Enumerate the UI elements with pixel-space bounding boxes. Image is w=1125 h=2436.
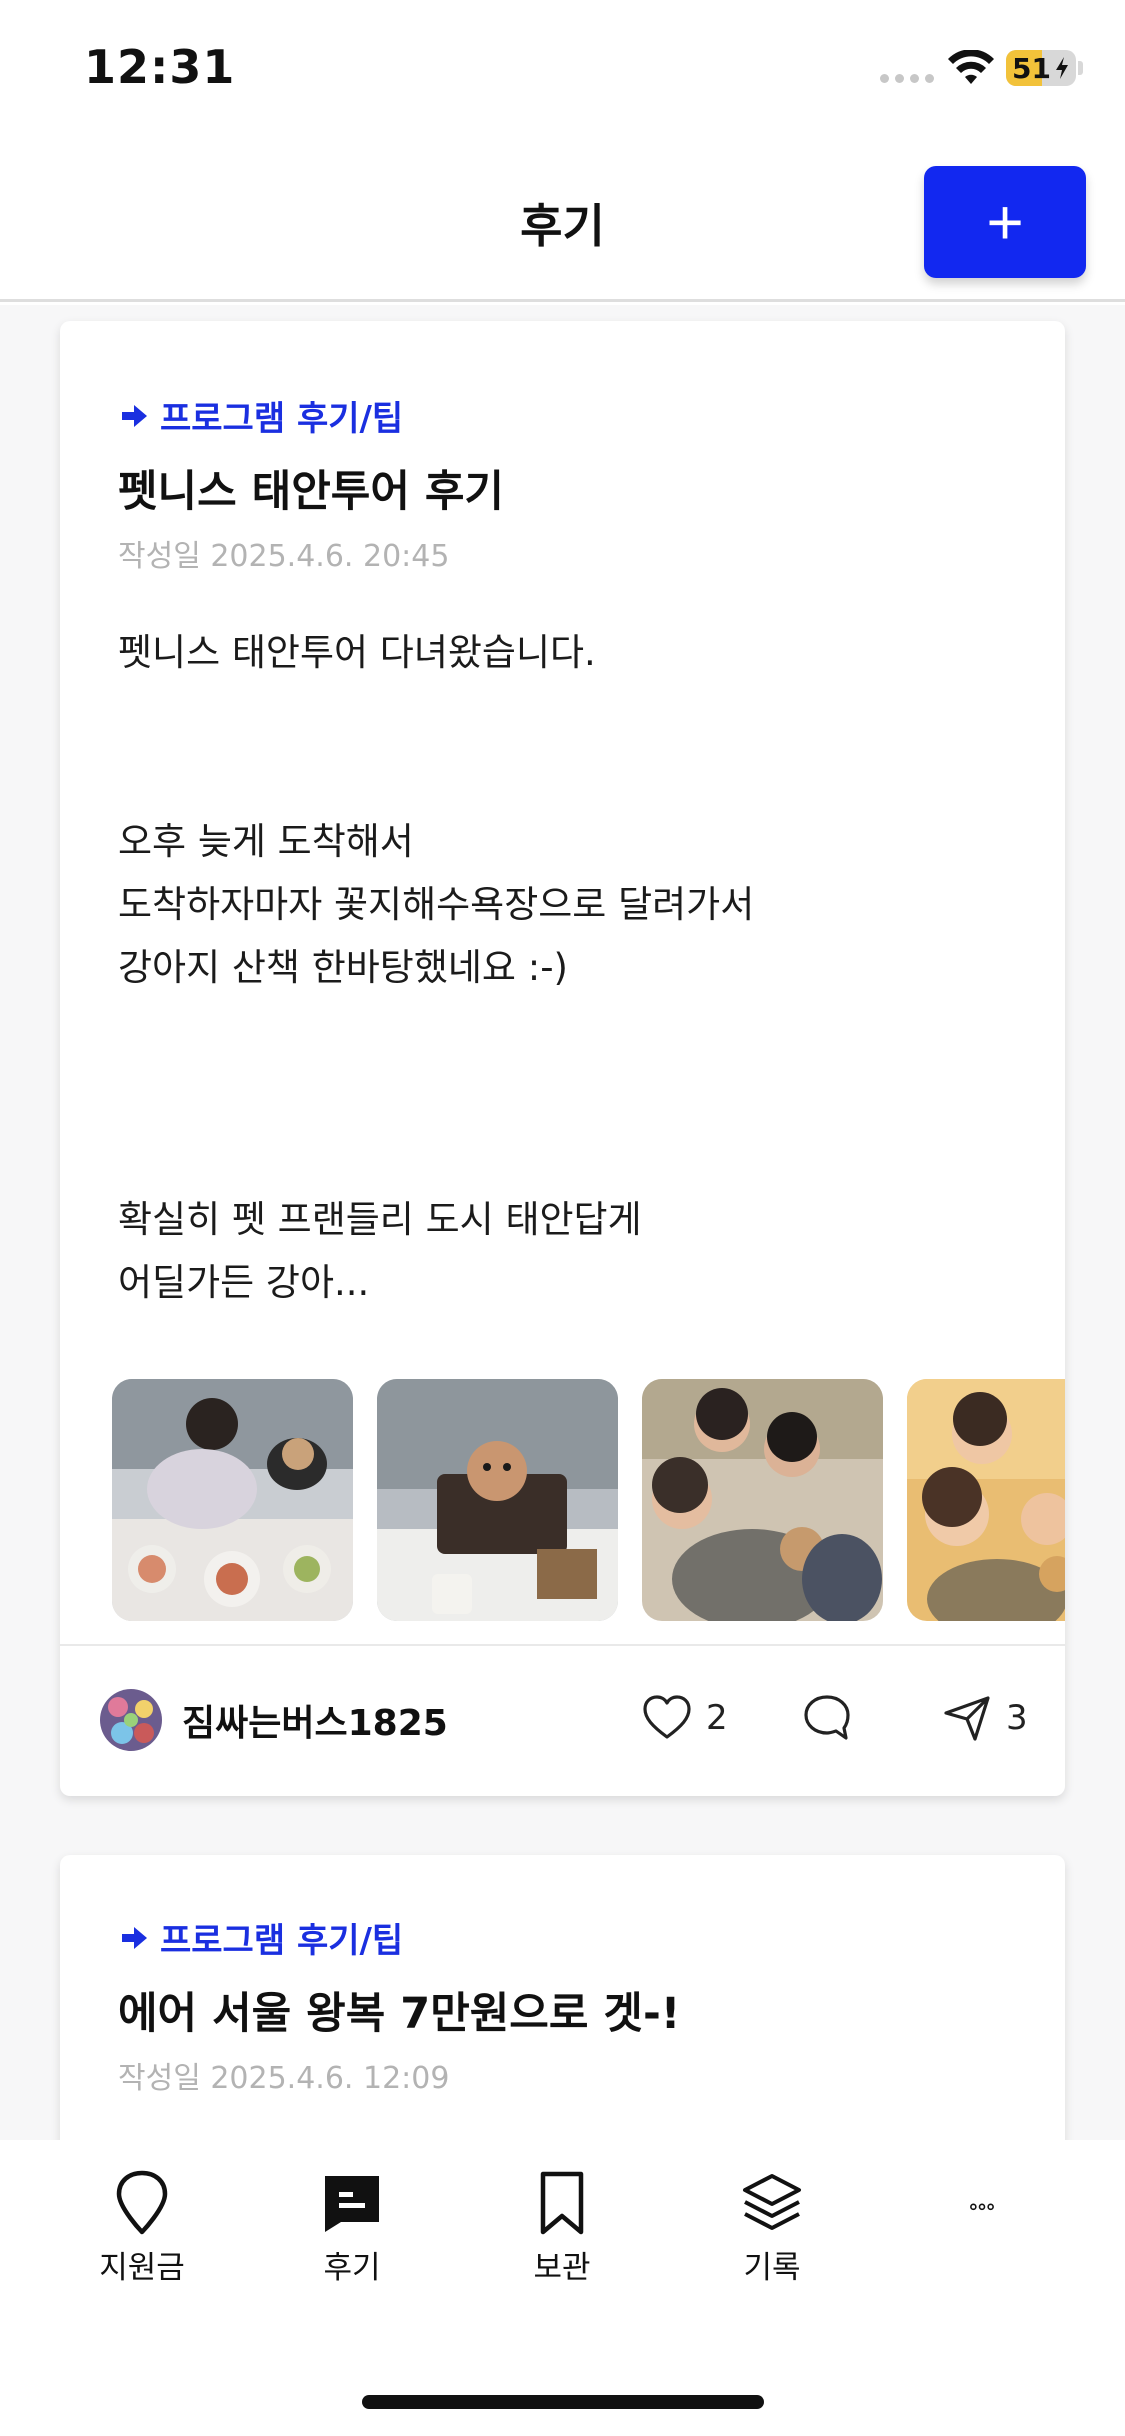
post-category[interactable]: 프로그램 후기/팁 <box>118 391 403 440</box>
tab-bar: 지원금 후기 보관 기록 <box>0 2140 1125 2436</box>
header: 후기 + <box>0 140 1125 302</box>
category-label: 프로그램 후기/팁 <box>160 399 404 439</box>
tab-label: 기록 <box>743 2250 801 2286</box>
tab-records[interactable]: 기록 <box>692 2170 852 2287</box>
tab-saved[interactable]: 보관 <box>482 2170 642 2287</box>
tab-label: 보관 <box>533 2250 591 2286</box>
post-photo[interactable] <box>377 1379 618 1621</box>
add-post-button[interactable]: + <box>924 166 1086 278</box>
post-photo[interactable] <box>112 1379 353 1621</box>
post-photo[interactable] <box>907 1379 1065 1621</box>
tab-reviews[interactable]: 후기 <box>272 2170 432 2287</box>
post-photo[interactable] <box>642 1379 883 1621</box>
author-name[interactable]: 짐싸는버스1825 <box>182 1694 448 1746</box>
like-count: 2 <box>706 1698 728 1738</box>
review-feed[interactable]: 프로그램 후기/팁 펫니스 태안투어 후기 작성일 2025.4.6. 20:4… <box>0 305 1125 2140</box>
post-date: 작성일 2025.4.6. 20:45 <box>118 539 450 574</box>
like-button[interactable]: 2 <box>640 1691 728 1745</box>
arrow-right-icon <box>122 404 147 427</box>
post-card[interactable]: 프로그램 후기/팁 펫니스 태안투어 후기 작성일 2025.4.6. 20:4… <box>60 321 1065 1796</box>
post-body[interactable]: 펫니스 태안투어 다녀왔습니다. 오후 늦게 도착해서 도착하자마자 꽃지해수욕… <box>118 621 1018 1314</box>
share-button[interactable]: 3 <box>940 1691 1028 1745</box>
more-icon <box>970 2203 994 2211</box>
battery-cap <box>1078 61 1083 75</box>
post-title[interactable]: 에어 서울 왕복 7만원으로 겟-! <box>118 1979 680 2041</box>
location-pin-icon <box>116 2170 168 2235</box>
share-count: 3 <box>1006 1698 1028 1738</box>
chat-bubble-icon <box>325 2176 379 2232</box>
author[interactable]: 짐싸는버스1825 <box>100 1689 448 1751</box>
comment-button[interactable] <box>800 1691 854 1745</box>
status-bar: 12:31 51 <box>0 0 1125 140</box>
tab-label: 지원금 <box>99 2250 185 2286</box>
post-category[interactable]: 프로그램 후기/팁 <box>118 1913 403 1962</box>
send-icon <box>944 1696 990 1741</box>
heart-icon <box>643 1695 691 1739</box>
post-card[interactable]: 프로그램 후기/팁 에어 서울 왕복 7만원으로 겟-! 작성일 2025.4.… <box>60 1855 1065 2140</box>
card-divider <box>60 1644 1065 1646</box>
avatar[interactable] <box>100 1689 162 1751</box>
battery-icon: 51 <box>1006 50 1076 86</box>
photo-strip[interactable] <box>112 1379 1065 1621</box>
layers-icon <box>743 2174 801 2230</box>
wifi-icon <box>948 50 994 84</box>
bookmark-icon <box>540 2171 584 2235</box>
home-indicator <box>362 2395 764 2409</box>
arrow-right-icon <box>122 1926 147 1949</box>
battery-level: 51 <box>1012 52 1051 85</box>
comment-icon <box>804 1695 850 1740</box>
post-title[interactable]: 펫니스 태안투어 후기 <box>118 457 504 519</box>
category-label: 프로그램 후기/팁 <box>160 1921 404 1961</box>
status-time: 12:31 <box>84 40 236 94</box>
tab-more[interactable] <box>902 2200 1062 2236</box>
cellular-signal-icon <box>880 74 934 83</box>
tab-subsidy[interactable]: 지원금 <box>62 2170 222 2287</box>
post-date: 작성일 2025.4.6. 12:09 <box>118 2061 450 2096</box>
tab-label: 후기 <box>323 2250 381 2286</box>
